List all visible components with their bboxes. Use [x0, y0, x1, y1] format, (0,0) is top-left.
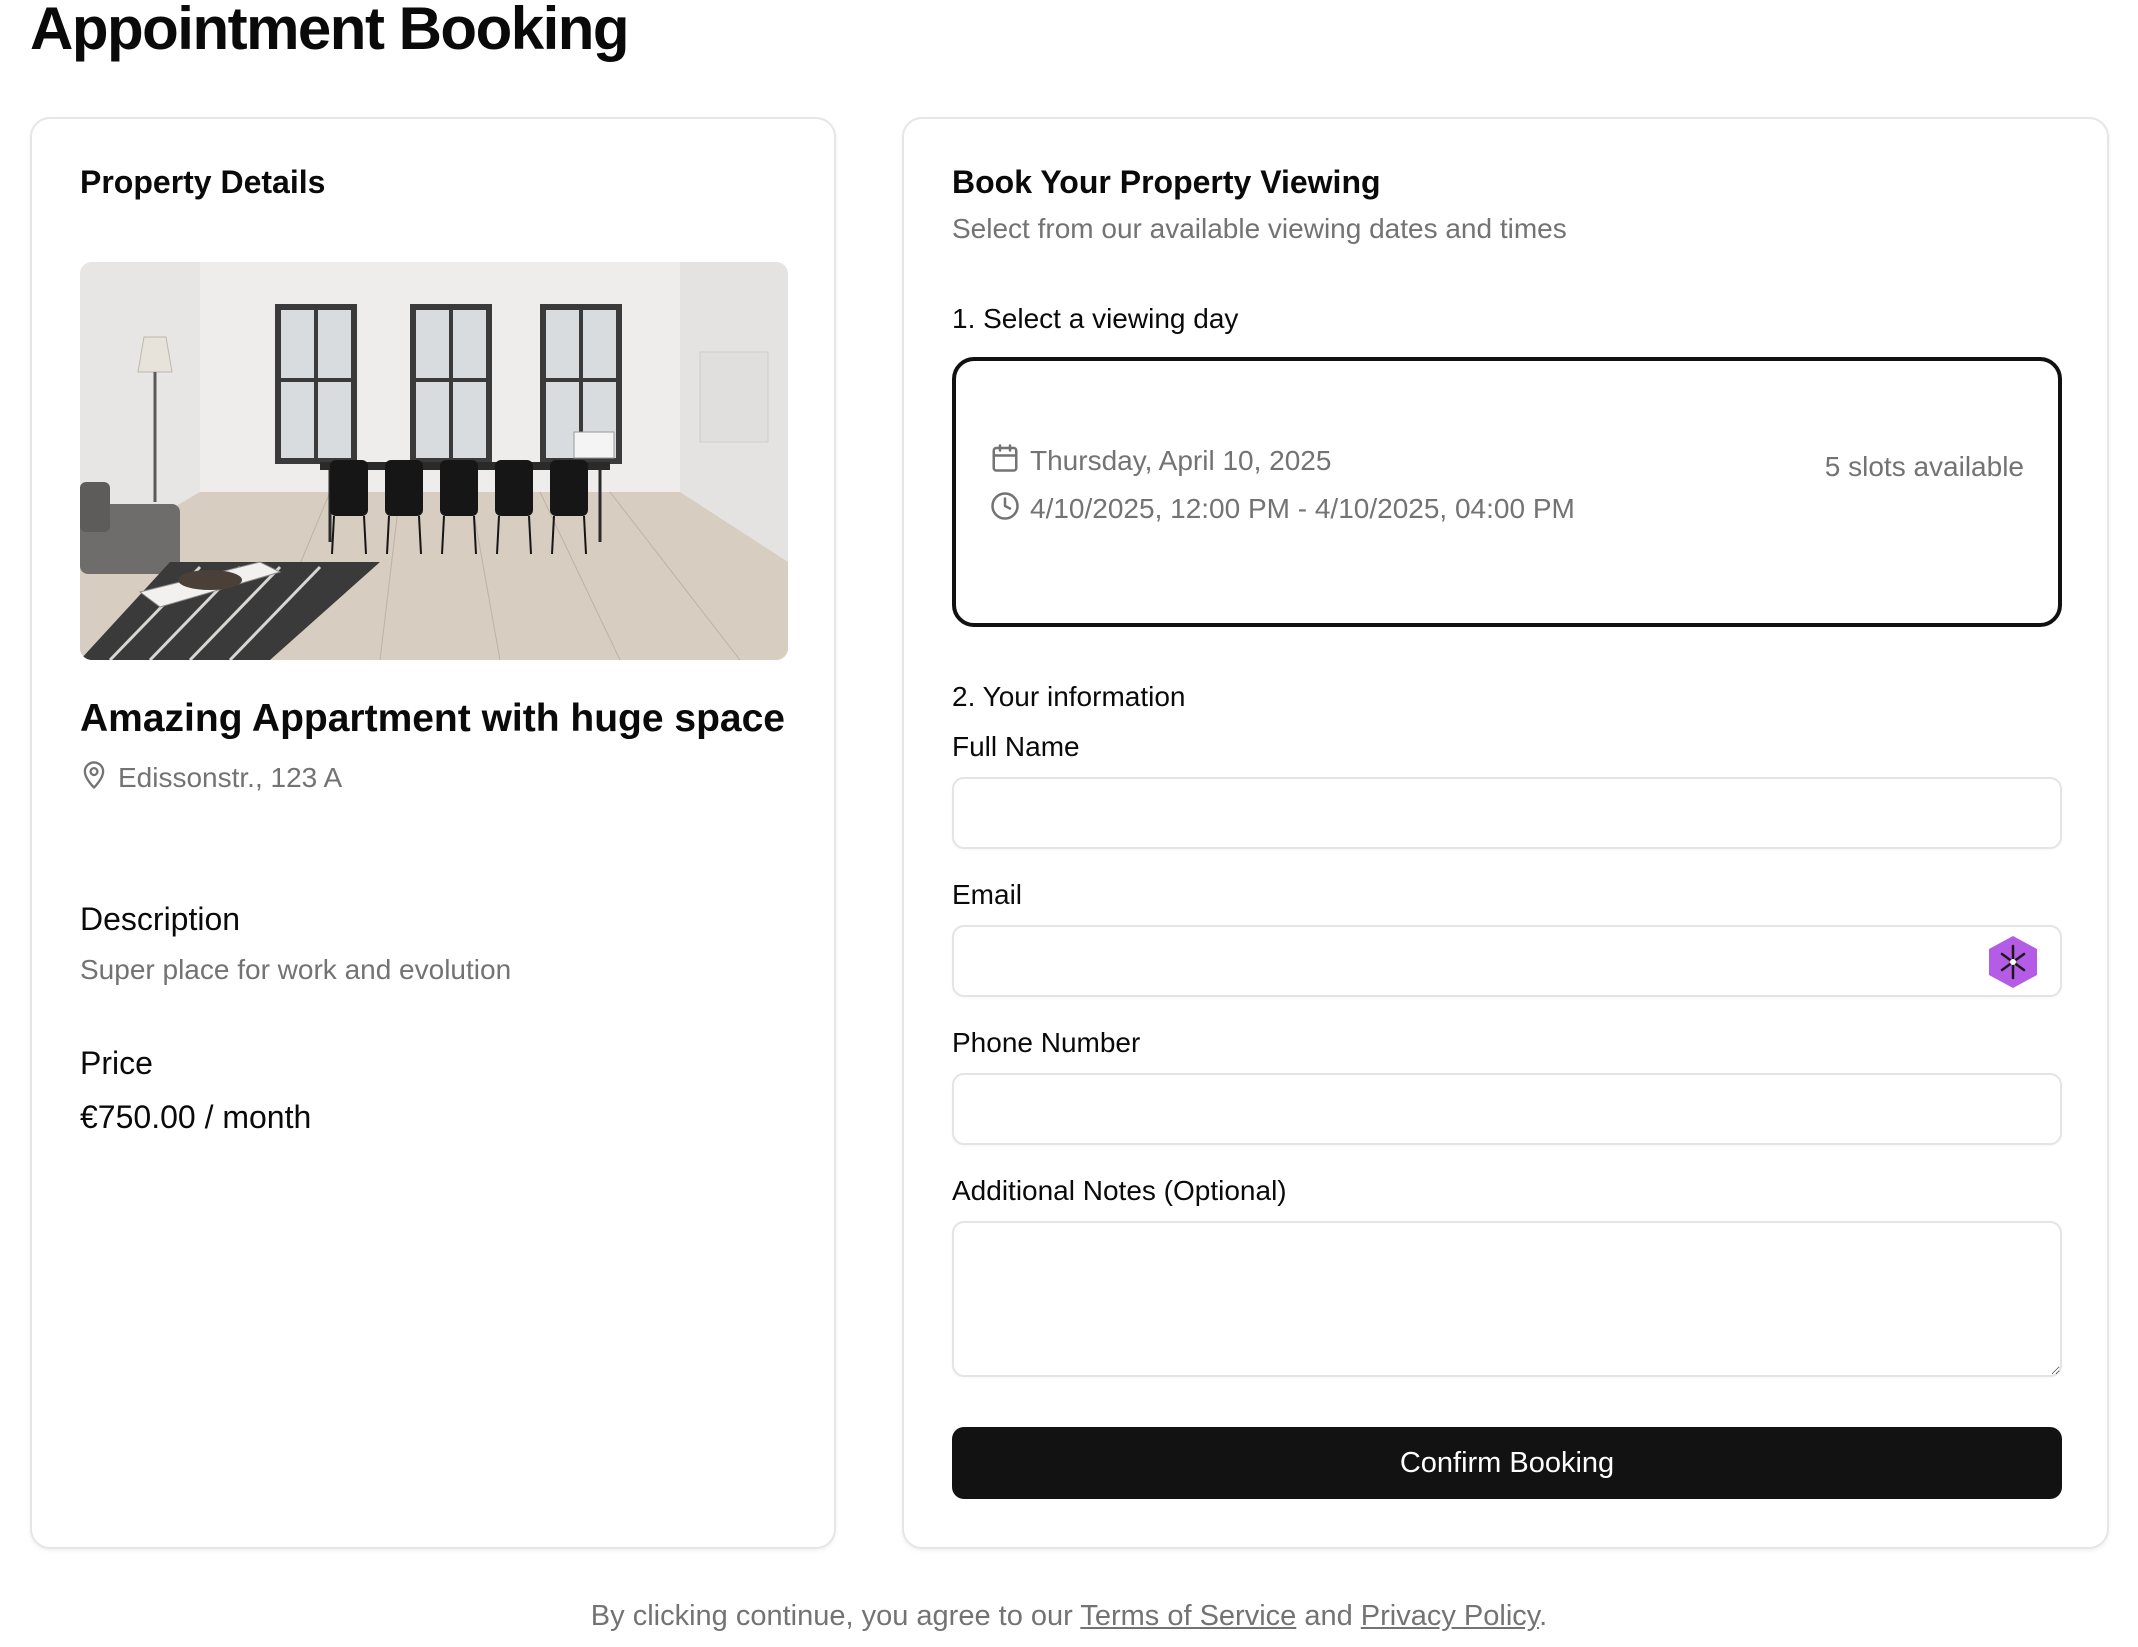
- terms-footer: By clicking continue, you agree to our T…: [0, 1600, 2138, 1633]
- calendar-icon: [990, 443, 1020, 478]
- password-manager-extension-icon[interactable]: [1986, 934, 2040, 990]
- phone-label: Phone Number: [952, 1027, 1141, 1058]
- terms-of-service-link[interactable]: Terms of Service: [1080, 1600, 1296, 1632]
- booking-card: Book Your Property Viewing Select from o…: [902, 117, 2109, 1549]
- description-text: Super place for work and evolution: [80, 954, 512, 985]
- map-pin-icon: [80, 759, 108, 796]
- notes-label: Additional Notes (Optional): [952, 1175, 1287, 1206]
- full-name-label: Full Name: [952, 731, 1080, 762]
- booking-title: Book Your Property Viewing: [952, 164, 1381, 200]
- property-address: Edissonstr., 123 A: [118, 761, 343, 793]
- slot-time-row: 4/10/2025, 12:00 PM - 4/10/2025, 04:00 P…: [990, 491, 1575, 526]
- booking-subtitle: Select from our available viewing dates …: [952, 213, 1567, 244]
- privacy-policy-link[interactable]: Privacy Policy: [1361, 1600, 1539, 1632]
- full-name-input[interactable]: [952, 777, 2062, 849]
- slot-date-row: Thursday, April 10, 2025: [990, 443, 1331, 478]
- clock-icon: [990, 491, 1020, 526]
- price-value: €750.00 / month: [80, 1099, 312, 1135]
- footer-suffix: .: [1539, 1600, 1548, 1632]
- price-heading: Price: [80, 1045, 153, 1081]
- page-title: Appointment Booking: [30, 0, 630, 62]
- property-location: Edissonstr., 123 A: [80, 759, 342, 796]
- confirm-booking-button[interactable]: Confirm Booking: [952, 1427, 2062, 1499]
- email-label: Email: [952, 879, 1023, 910]
- slots-available: 5 slots available: [1824, 451, 2024, 482]
- slot-time-range: 4/10/2025, 12:00 PM - 4/10/2025, 04:00 P…: [1030, 492, 1575, 524]
- email-input[interactable]: [952, 925, 2062, 997]
- notes-textarea[interactable]: [952, 1221, 2062, 1377]
- slot-date: Thursday, April 10, 2025: [1030, 444, 1332, 476]
- footer-middle: and: [1296, 1600, 1361, 1632]
- viewing-slot-option[interactable]: Thursday, April 10, 2025 4/10/2025, 12:0…: [952, 357, 2062, 627]
- step2-label: 2. Your information: [952, 681, 1186, 712]
- description-heading: Description: [80, 901, 241, 937]
- property-name: Amazing Appartment with huge space: [80, 697, 785, 740]
- property-details-card: Property Details Amazing Appartment with…: [30, 117, 836, 1549]
- footer-prefix: By clicking continue, you agree to our: [590, 1600, 1081, 1632]
- step1-label: 1. Select a viewing day: [952, 303, 1239, 334]
- property-photo: [80, 262, 788, 660]
- property-details-title: Property Details: [80, 164, 326, 200]
- phone-input[interactable]: [952, 1073, 2062, 1145]
